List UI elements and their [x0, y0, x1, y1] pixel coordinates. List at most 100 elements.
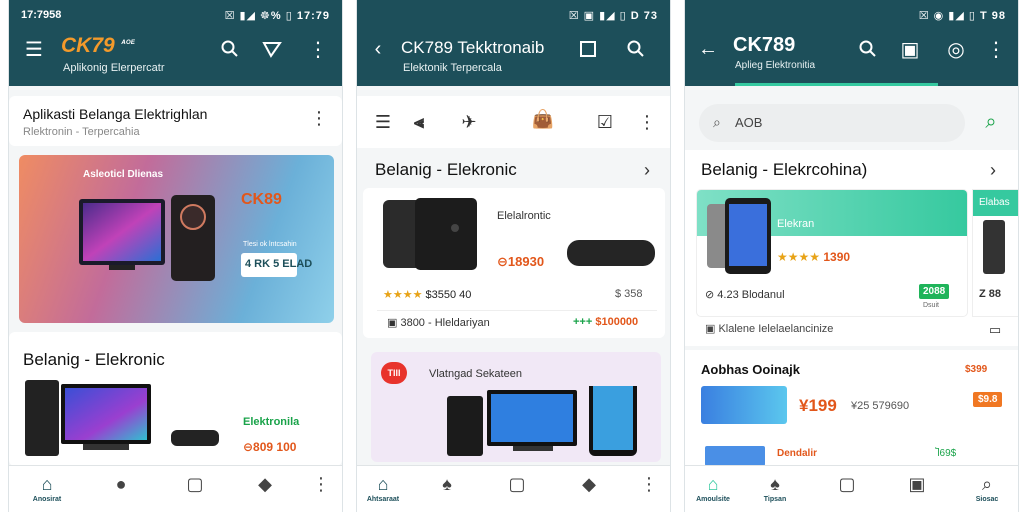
app-subtitle: Aplikonig Elerpercatr [63, 62, 165, 74]
search-icon[interactable] [855, 36, 881, 62]
nav-cart[interactable]: ▢ [497, 474, 537, 495]
section-title: Belanig - Elekronic [23, 350, 165, 369]
settings-icon[interactable]: ◎ [943, 36, 969, 62]
chevron-right-icon[interactable]: › [985, 160, 1001, 180]
banner-label: Asleoticl Dlienas [83, 169, 164, 180]
bag-icon: ▢ [186, 474, 204, 494]
nav-shop[interactable]: ♠ [427, 474, 467, 495]
toolbar-row: ☰ ⫷ ✈ 👜 ☑ ⋮ [357, 96, 670, 148]
nav-tag[interactable]: ◆ [245, 474, 285, 495]
tab-indicator [735, 83, 938, 86]
bag-icon: ▢ [508, 474, 526, 494]
pc-monitor-image[interactable] [23, 378, 223, 460]
status-icons: ☒ ◉ ▮◢ ▯ T 98 [918, 10, 1006, 22]
phone-screen-2: ☒ ▣ ▮◢ ▯ D 73 ‹ CK789 Tekktronaib Elekto… [356, 0, 671, 512]
more-vert-icon: ⋮ [312, 474, 330, 494]
square-icon[interactable]: ▭ [987, 322, 1003, 338]
chevron-right-icon[interactable]: › [639, 160, 655, 180]
nav-home[interactable]: ⌂ Amoulsite [693, 474, 733, 503]
briefcase-icon: ▣ [908, 474, 926, 494]
nav-cart[interactable]: ▢ [827, 474, 867, 495]
back-arrow-icon[interactable]: ‹ [365, 36, 391, 62]
back-arrow-icon[interactable]: ← [695, 36, 721, 62]
plane-icon[interactable]: ✈ [457, 110, 481, 134]
banner-line1: Tlesi ok lntcsahin [243, 241, 297, 248]
menu-icon[interactable]: ☰ [21, 36, 47, 62]
deal-tag: $399 [965, 364, 988, 375]
save-icon[interactable]: ▣ [897, 36, 923, 62]
nav-cart[interactable]: ▢ [175, 474, 215, 495]
status-icons: ☒ ▮◢ ☸% ▯ 17:79 [224, 10, 330, 22]
more-vert-icon[interactable]: ⋮ [309, 108, 329, 128]
nav-deals[interactable]: ♠ Tipsan [755, 474, 795, 503]
nav-more[interactable]: ⋮ [301, 474, 341, 495]
nav-tag[interactable]: ◆ [569, 474, 609, 495]
product-rating: ★★★★ $3550 40 [383, 289, 472, 301]
bag-icon[interactable]: 👜 [529, 104, 557, 134]
row-label: Dendalir [777, 448, 818, 459]
product-price: ⊖18930 [497, 254, 545, 269]
nav-account[interactable]: ⌕ Siosac [967, 474, 1007, 503]
product-rating: ★★★★ 1390 [777, 250, 851, 264]
section-title: Belanig - Elekrcohina) [701, 160, 868, 179]
search-input[interactable]: ⌕ AOB [699, 104, 965, 142]
info-strip: ▣ Klalene Ielelaelancinize [705, 323, 834, 335]
more-vert-icon[interactable]: ⋮ [305, 36, 331, 62]
phone-image [383, 198, 477, 270]
nav-orders[interactable]: ▣ [897, 474, 937, 495]
search-icon: ● [115, 474, 127, 494]
card-title: Aplikasti Belanga Elektrighlan [23, 106, 208, 122]
deal-old-price: ¥25 579690 [851, 400, 910, 412]
banner-color-tiles: 4 RK 5 ELAD [241, 253, 312, 277]
product-label: Elekran [777, 218, 815, 230]
product-price: ⊖809 100 [243, 440, 297, 454]
banner-brand: CK89 [241, 191, 282, 208]
product-label: Elelalrontic [497, 210, 551, 222]
more-vert-icon[interactable]: ⋮ [983, 36, 1009, 62]
square-icon[interactable] [575, 36, 601, 62]
search-submit-icon[interactable]: ⌕ [979, 110, 1003, 134]
home-icon: ⌂ [707, 474, 719, 494]
status-bar: ☒ ◉ ▮◢ ▯ T 98 [685, 6, 1018, 24]
bottom-nav: ⌂ Ahtsaraat ♠ ▢ ◆ ⋮ [357, 465, 670, 512]
card-subtitle: Rlektronin - Terpercahia [23, 126, 140, 138]
row-value: Ⴈ69$ [935, 448, 957, 459]
deal-card[interactable]: Aobhas Ooinajk $399 ¥199 ¥25 579690 $9.8… [685, 350, 1018, 470]
app-subtitle: Aplieg Elektronitia [735, 60, 816, 71]
tag-icon: ◆ [258, 474, 272, 494]
nav-search[interactable]: ● [101, 474, 141, 495]
app-title: CK789 [733, 34, 796, 56]
earbuds-image [701, 386, 787, 424]
bottom-nav: ⌂ Amoulsite ♠ Tipsan ▢ ▣ ⌕ Siosac [685, 465, 1018, 512]
home-icon: ⌂ [41, 474, 53, 494]
delivery-text: ▣ 3800 - Hleldariyan [387, 317, 490, 329]
nav-home[interactable]: ⌂ Anosirat [27, 474, 67, 503]
search-icon[interactable] [623, 36, 649, 62]
tag-icon: ◆ [582, 474, 596, 494]
bottom-nav: ⌂ Anosirat ● ▢ ◆ ⋮ [9, 465, 342, 512]
deal-price: ¥199 [799, 396, 837, 415]
ck-logo-icon[interactable]: ⫷ [407, 110, 431, 134]
product-rating-2: $ 358 [615, 288, 643, 300]
status-bar: 17:7958 ☒ ▮◢ ☸% ▯ 17:79 [9, 6, 342, 24]
nav-more[interactable]: ⋮ [629, 474, 669, 495]
bag-icon: ▢ [838, 474, 856, 494]
phone-screen-3: ☒ ◉ ▮◢ ▯ T 98 ← CK789 Aplieg Elektroniti… [684, 0, 1019, 512]
product-card-peek[interactable]: Elabas Z 88 [973, 190, 1018, 316]
nav-home[interactable]: ⌂ Ahtsaraat [363, 474, 403, 503]
promo-price: +++ $100000 [573, 316, 639, 328]
product-card[interactable]: Elekran ★★★★ 1390 ⊘ 4.23 Blodanul 2088 D… [697, 190, 967, 316]
deal-badge: $9.8 [973, 392, 1003, 407]
status-icons: ☒ ▣ ▮◢ ▯ D 73 [568, 10, 658, 22]
phone-screen-1: 17:7958 ☒ ▮◢ ☸% ▯ 17:79 ☰ CK79 ᴬᴼᴱ Aplik… [8, 0, 343, 512]
edit-box-icon[interactable]: ☑ [593, 110, 617, 134]
menu-icon[interactable]: ☰ [371, 110, 395, 134]
promo-banner[interactable]: Asleoticl Dlienas CK89 Tlesi ok lntcsahi… [19, 155, 334, 323]
more-vert-icon[interactable]: ⋮ [637, 110, 657, 134]
brand-logo: CK79 [61, 34, 115, 57]
send-icon[interactable] [259, 36, 285, 62]
promo-card[interactable]: Tlll Vlatngad Sekateen [371, 352, 661, 462]
status-time: 17:7958 [21, 9, 62, 21]
search-icon[interactable] [217, 36, 243, 62]
product-card[interactable]: Elelalrontic ⊖18930 ★★★★ $3550 40 $ 358 … [363, 188, 665, 338]
